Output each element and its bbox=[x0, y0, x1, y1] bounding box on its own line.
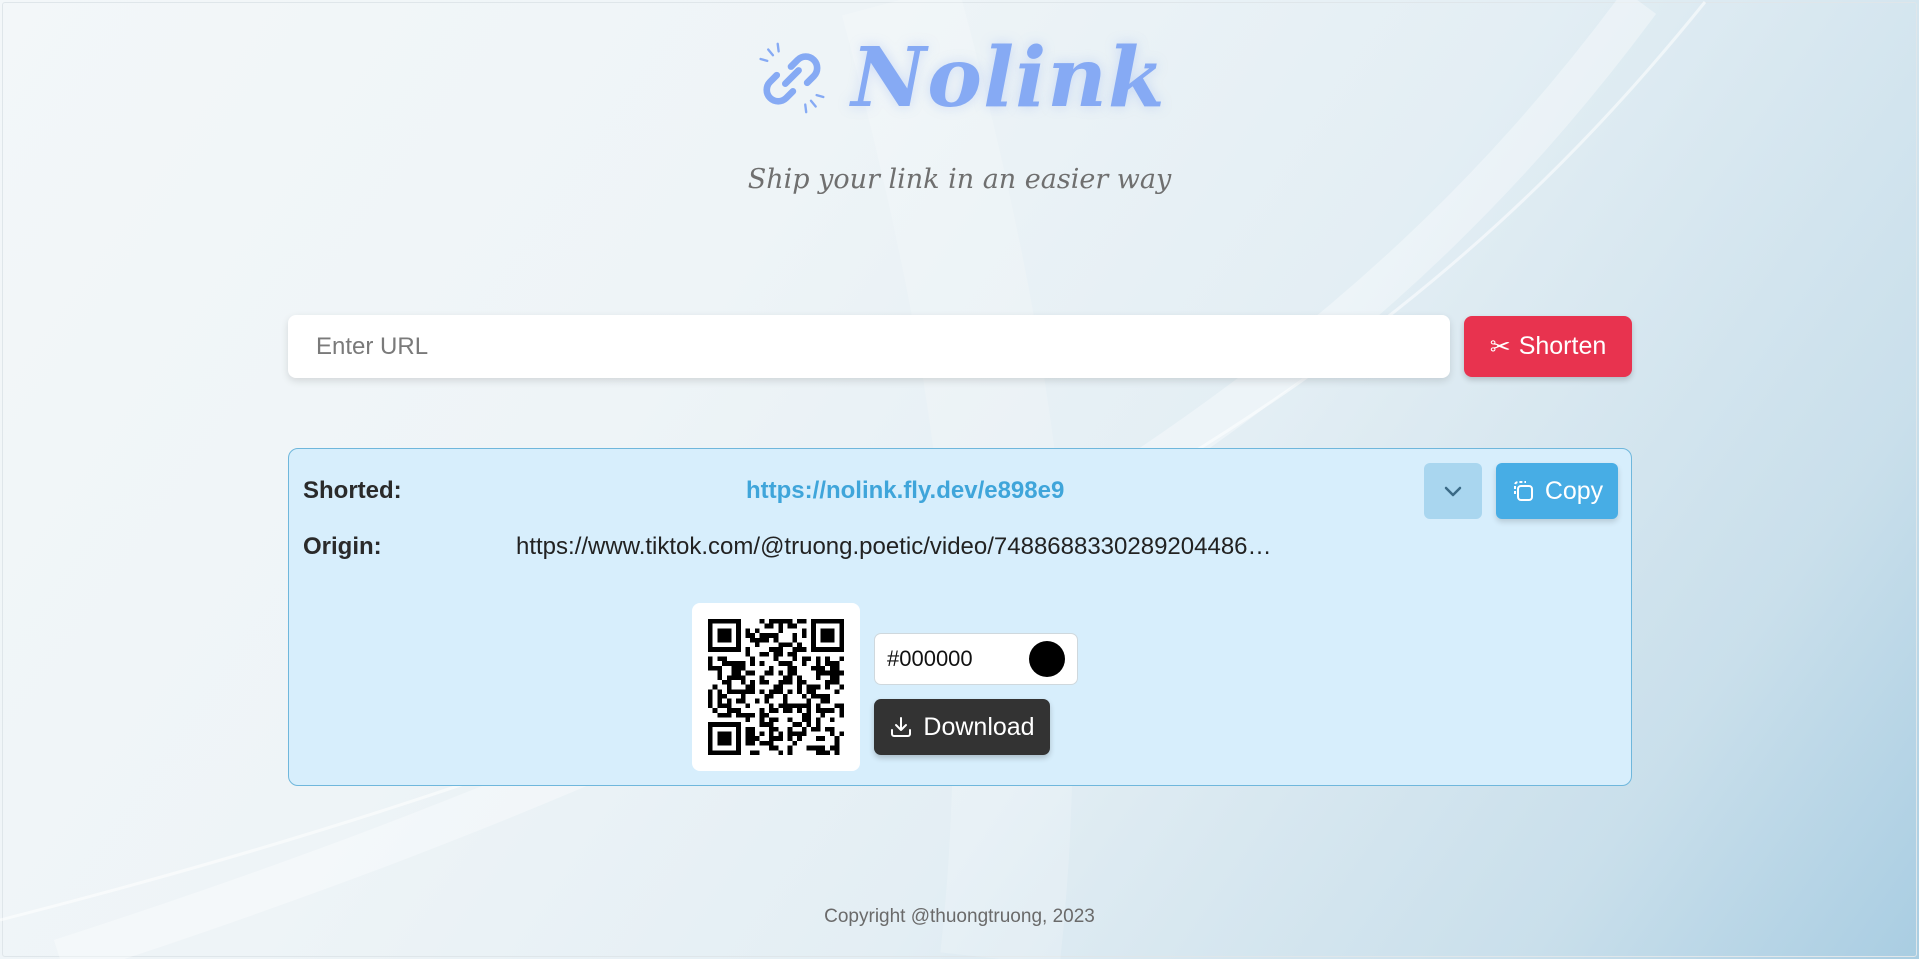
tagline: Ship your link in an easier way bbox=[747, 164, 1172, 195]
shorted-url-link[interactable]: https://nolink.fly.dev/e898e9 bbox=[746, 477, 1064, 505]
copy-button[interactable]: Copy bbox=[1496, 463, 1618, 519]
url-input[interactable] bbox=[288, 315, 1450, 378]
download-button[interactable]: Download bbox=[874, 699, 1050, 755]
color-swatch[interactable] bbox=[1029, 641, 1065, 677]
qr-color-picker[interactable]: #000000 bbox=[874, 633, 1078, 685]
origin-label: Origin: bbox=[303, 533, 382, 560]
brand-name: Nolink bbox=[851, 30, 1166, 126]
chevron-down-icon bbox=[1444, 486, 1462, 497]
qr-code bbox=[692, 603, 860, 771]
origin-url: https://www.tiktok.com/@truong.poetic/vi… bbox=[516, 533, 1272, 560]
shorten-button-label: Shorten bbox=[1518, 332, 1607, 360]
shorten-button[interactable]: ✂ Shorten bbox=[1464, 316, 1632, 377]
qr-color-value: #000000 bbox=[887, 646, 973, 671]
link-icon bbox=[759, 42, 825, 114]
footer-copyright: Copyright @thuongtruong, 2023 bbox=[824, 906, 1095, 927]
copy-icon bbox=[1513, 481, 1533, 501]
download-icon bbox=[891, 717, 912, 737]
copy-button-label: Copy bbox=[1544, 476, 1604, 505]
download-button-label: Download bbox=[923, 712, 1035, 741]
shorted-label: Shorted: bbox=[303, 477, 402, 504]
brand-logo[interactable]: Nolink bbox=[753, 30, 1165, 126]
expand-toggle-button[interactable] bbox=[1424, 463, 1482, 519]
app-header: Nolink bbox=[0, 30, 1919, 126]
result-card: Shorted: https://nolink.fly.dev/e898e9 O… bbox=[288, 448, 1632, 786]
scissors-icon: ✂ bbox=[1489, 332, 1511, 361]
qr-code-image bbox=[708, 619, 844, 755]
